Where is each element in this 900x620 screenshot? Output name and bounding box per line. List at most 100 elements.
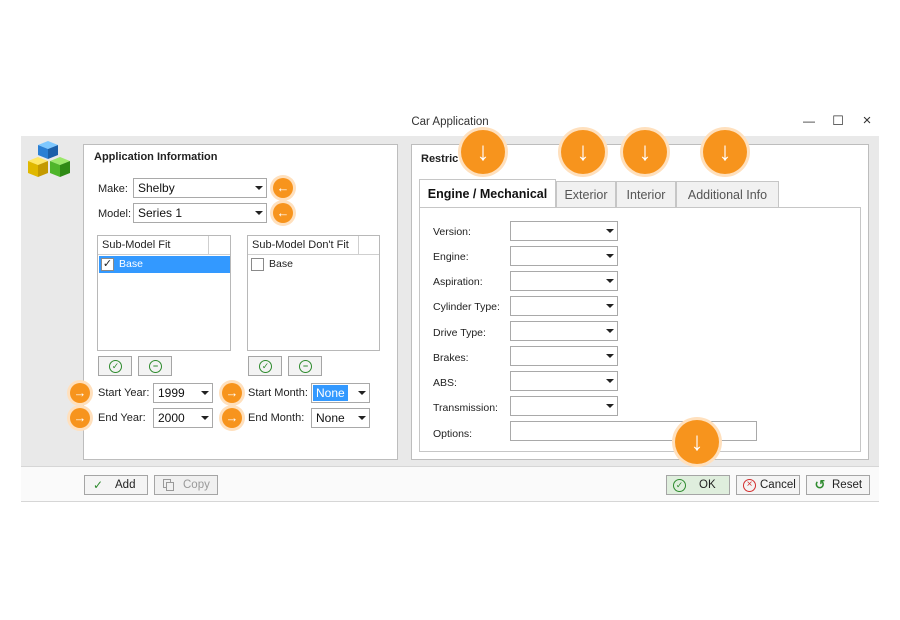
minimize-icon[interactable]: — [800, 112, 818, 130]
drive-type-dropdown[interactable] [510, 321, 618, 341]
brakes-label: Brakes: [433, 352, 469, 364]
ok-button-label: OK [699, 479, 716, 491]
list-item[interactable]: Base [249, 256, 379, 273]
list-item-label: Base [119, 258, 143, 270]
arrow-right-marker-icon: → [70, 383, 90, 403]
cancel-button-label: Cancel [760, 479, 796, 491]
start-month-label: Start Month: [248, 387, 308, 399]
app-cubes-icon [28, 141, 70, 177]
list-header: Sub-Model Don't Fit [248, 236, 379, 255]
transmission-label: Transmission: [433, 402, 498, 414]
tab-interior[interactable]: Interior [616, 181, 676, 209]
tab-exterior[interactable]: Exterior [556, 181, 616, 209]
brakes-dropdown[interactable] [510, 346, 618, 366]
arrow-down-marker-icon: ↓ [461, 130, 505, 174]
chevron-down-icon [358, 391, 366, 395]
add-button[interactable]: ✓ Add [84, 475, 148, 495]
chevron-down-icon [606, 404, 614, 408]
chevron-down-icon [606, 254, 614, 258]
options-input[interactable] [510, 421, 757, 441]
make-label: Make: [98, 183, 128, 195]
arrow-left-marker-icon: ← [273, 178, 293, 198]
checkmark-icon: ✓ [92, 478, 104, 492]
checkbox-checked-icon[interactable]: ✓ [101, 258, 114, 271]
arrow-right-marker-icon: → [222, 383, 242, 403]
drive-type-label: Drive Type: [433, 327, 486, 339]
maximize-icon[interactable]: ☐ [829, 112, 847, 130]
abs-label: ABS: [433, 377, 457, 389]
arrow-left-marker-icon: ← [273, 203, 293, 223]
version-dropdown[interactable] [510, 221, 618, 241]
start-year-dropdown[interactable]: 1999 [153, 383, 213, 403]
reset-button[interactable]: ↺ Reset [806, 475, 870, 495]
end-year-value: 2000 [158, 411, 185, 425]
version-label: Version: [433, 226, 471, 238]
arrow-right-marker-icon: → [222, 408, 242, 428]
end-month-dropdown[interactable]: None [311, 408, 370, 428]
chevron-down-icon [358, 416, 366, 420]
transmission-dropdown[interactable] [510, 396, 618, 416]
dont-fit-remove-button[interactable]: − [288, 356, 322, 376]
fit-remove-button[interactable]: − [138, 356, 172, 376]
check-circle-icon: ✓ [259, 360, 272, 373]
sub-model-dont-fit-header: Sub-Model Don't Fit [252, 239, 349, 251]
sub-model-dont-fit-list[interactable]: Sub-Model Don't Fit Base [247, 235, 380, 351]
engine-dropdown[interactable] [510, 246, 618, 266]
engine-label: Engine: [433, 251, 469, 263]
copy-button[interactable]: Copy [154, 475, 218, 495]
checkbox-unchecked-icon[interactable] [251, 258, 264, 271]
chevron-down-icon [606, 229, 614, 233]
end-month-value: None [316, 411, 345, 425]
chevron-down-icon [606, 379, 614, 383]
fit-add-button[interactable]: ✓ [98, 356, 132, 376]
column-divider [208, 236, 209, 255]
model-label: Model: [98, 208, 132, 220]
restrictions-title: Restric [421, 153, 459, 165]
arrow-down-marker-icon: ↓ [623, 130, 667, 174]
dont-fit-add-button[interactable]: ✓ [248, 356, 282, 376]
tab-additional-info[interactable]: Additional Info [676, 181, 779, 209]
list-item[interactable]: ✓ Base [99, 256, 230, 273]
end-year-dropdown[interactable]: 2000 [153, 408, 213, 428]
aspiration-dropdown[interactable] [510, 271, 618, 291]
chevron-down-icon [606, 279, 614, 283]
make-dropdown[interactable]: Shelby [133, 178, 267, 198]
arrow-down-marker-icon: ↓ [561, 130, 605, 174]
add-button-label: Add [115, 479, 136, 491]
chevron-down-icon [255, 211, 263, 215]
list-item-label: Base [269, 258, 293, 270]
reset-icon: ↺ [814, 477, 826, 492]
start-year-value: 1999 [158, 386, 185, 400]
close-icon[interactable]: × [858, 112, 876, 130]
start-month-value: None [313, 385, 348, 401]
tab-engine-mechanical[interactable]: Engine / Mechanical [419, 179, 556, 209]
list-header: Sub-Model Fit [98, 236, 230, 255]
chevron-down-icon [201, 391, 209, 395]
end-month-label: End Month: [248, 412, 305, 424]
aspiration-label: Aspiration: [433, 276, 483, 288]
start-month-dropdown[interactable]: None [311, 383, 370, 403]
make-value: Shelby [138, 181, 175, 195]
copy-icon [161, 478, 175, 492]
sub-model-fit-list[interactable]: Sub-Model Fit ✓ Base [97, 235, 231, 351]
sub-model-fit-header: Sub-Model Fit [102, 239, 171, 251]
model-dropdown[interactable]: Series 1 [133, 203, 267, 223]
end-year-label: End Year: [98, 412, 146, 424]
chevron-down-icon [606, 354, 614, 358]
window-title: Car Application [411, 116, 489, 128]
application-info-title: Application Information [94, 151, 218, 163]
cancel-button[interactable]: × Cancel [736, 475, 800, 495]
start-year-label: Start Year: [98, 387, 150, 399]
arrow-down-marker-icon: ↓ [703, 130, 747, 174]
check-circle-icon: ✓ [109, 360, 122, 373]
reset-button-label: Reset [832, 479, 863, 491]
chevron-down-icon [255, 186, 263, 190]
cylinder-type-label: Cylinder Type: [433, 301, 500, 313]
chevron-down-icon [606, 304, 614, 308]
ok-button[interactable]: ✓ OK [666, 475, 730, 495]
check-circle-icon: ✓ [673, 479, 686, 492]
cylinder-type-dropdown[interactable] [510, 296, 618, 316]
cancel-circle-icon: × [743, 479, 756, 492]
arrow-down-marker-icon: ↓ [675, 420, 719, 464]
abs-dropdown[interactable] [510, 371, 618, 391]
